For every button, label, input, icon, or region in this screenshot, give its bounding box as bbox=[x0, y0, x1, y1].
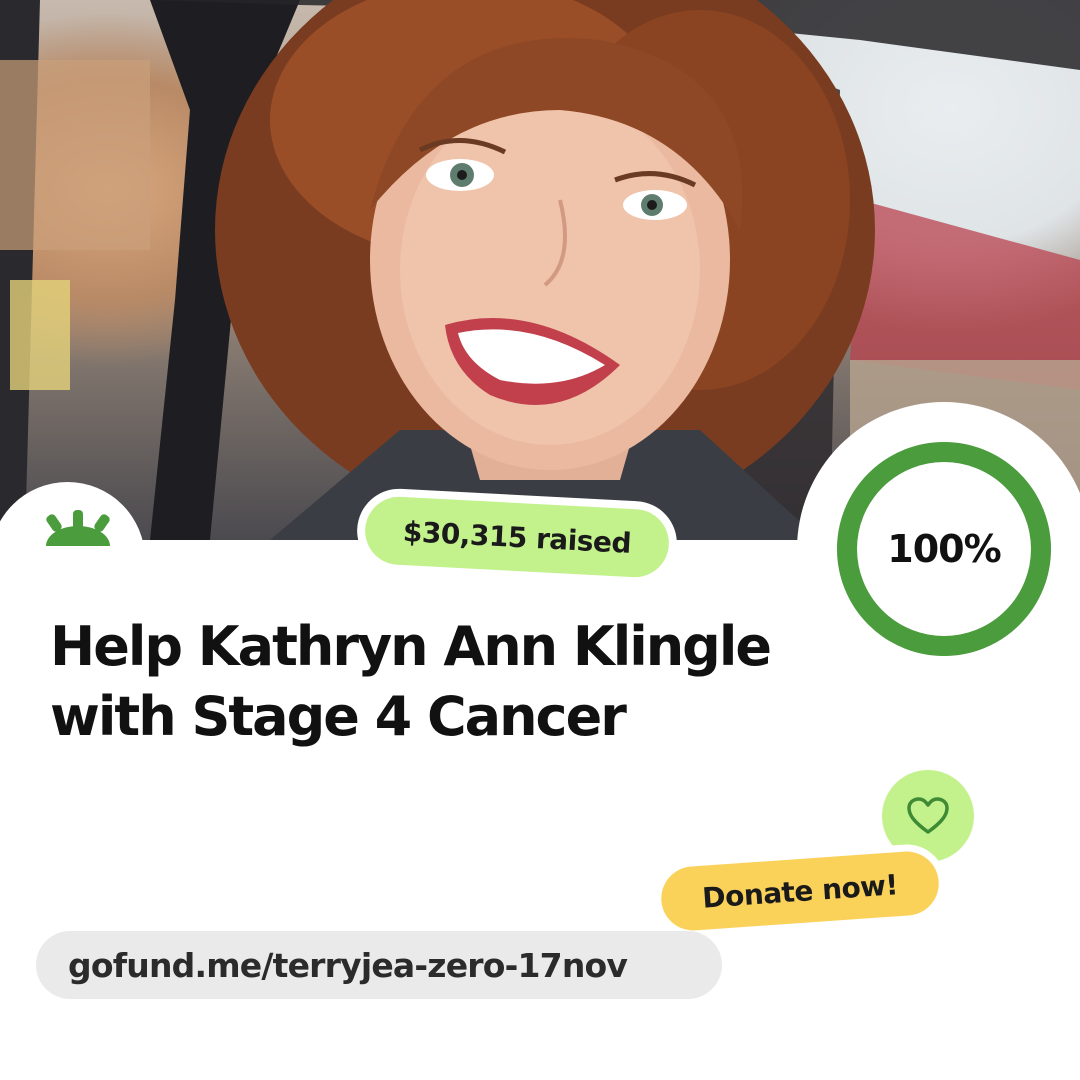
gofundme-sunrise-logo-icon bbox=[46, 510, 110, 546]
heart-icon bbox=[907, 797, 949, 834]
fundraiser-card: $30,315 raised 100% Help Kathryn Ann Kli… bbox=[0, 0, 1080, 1080]
raised-amount-text: $30,315 raised bbox=[363, 495, 671, 579]
donate-now-label: Donate now! bbox=[659, 849, 941, 933]
campaign-title-line-1: Help Kathryn Ann Klingle bbox=[50, 615, 772, 678]
donate-now-button[interactable]: Donate now! bbox=[651, 841, 949, 941]
raised-amount-badge: $30,315 raised bbox=[355, 486, 679, 588]
campaign-link[interactable]: gofund.me/terryjea-zero-17nov bbox=[36, 931, 722, 999]
campaign-title: Help Kathryn Ann Klingle with Stage 4 Ca… bbox=[50, 612, 850, 752]
campaign-title-line-2: with Stage 4 Cancer bbox=[50, 685, 627, 748]
